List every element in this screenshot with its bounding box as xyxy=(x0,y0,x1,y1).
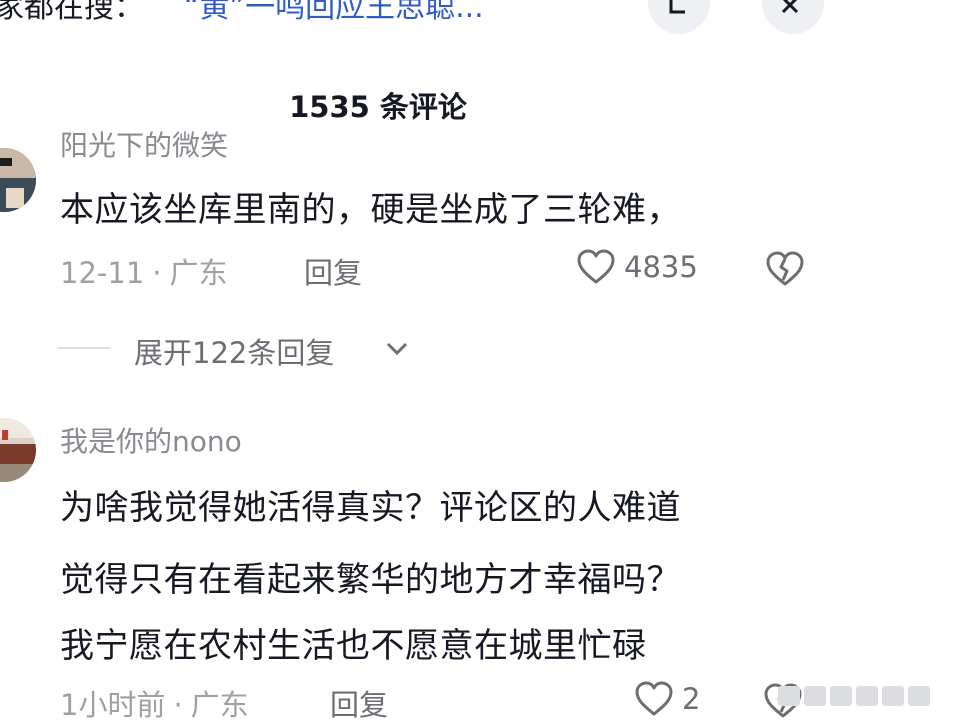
dislike-button[interactable] xyxy=(764,250,808,290)
comment-location: 广东 xyxy=(190,688,249,722)
broken-heart-icon xyxy=(766,251,804,286)
comment-text: 本应该坐库里南的，硬是坐成了三轮难， xyxy=(60,190,681,230)
comment-meta: 1小时前 · 广东 xyxy=(60,688,249,722)
comment-username[interactable]: 阳光下的微笑 xyxy=(60,124,228,164)
like-count: 2 xyxy=(682,682,701,716)
reply-button[interactable]: 回复 xyxy=(330,682,388,724)
close-icon xyxy=(781,0,799,14)
like-button[interactable]: 2 xyxy=(634,680,700,720)
letter-icon xyxy=(669,0,685,14)
avatar[interactable] xyxy=(0,148,36,212)
avatar[interactable] xyxy=(0,418,36,482)
expand-replies-label: 展开122条回复 xyxy=(134,336,335,370)
search-query-link[interactable]: “黄”一鸣回应王思聪... xyxy=(184,0,484,26)
comment-text: 为啥我觉得她活得真实？评论区的人难道 xyxy=(60,488,681,528)
comment-text: 我宁愿在农村生活也不愿意在城里忙碌 xyxy=(60,626,647,666)
reply-button[interactable]: 回复 xyxy=(304,250,362,292)
comment-meta: 12-11 · 广东 xyxy=(60,256,228,290)
search-prefix: 家都在搜： xyxy=(0,0,144,25)
comment-time: 1小时前 xyxy=(60,688,166,722)
heart-outline-icon xyxy=(577,249,615,284)
watermark xyxy=(778,686,956,710)
heart-outline-icon xyxy=(635,681,673,716)
comment-time: 12-11 xyxy=(60,256,145,290)
comment-text: 觉得只有在看起来繁华的地方才幸福吗？ xyxy=(60,560,681,600)
comment-username[interactable]: 我是你的nono xyxy=(60,420,242,460)
divider-line xyxy=(58,347,110,349)
comment-location: 广东 xyxy=(169,256,228,290)
comments-count-title: 1535 条评论 xyxy=(289,90,467,124)
chevron-down-icon xyxy=(386,342,408,356)
like-button[interactable]: 4835 xyxy=(576,248,698,288)
like-count: 4835 xyxy=(624,250,698,284)
